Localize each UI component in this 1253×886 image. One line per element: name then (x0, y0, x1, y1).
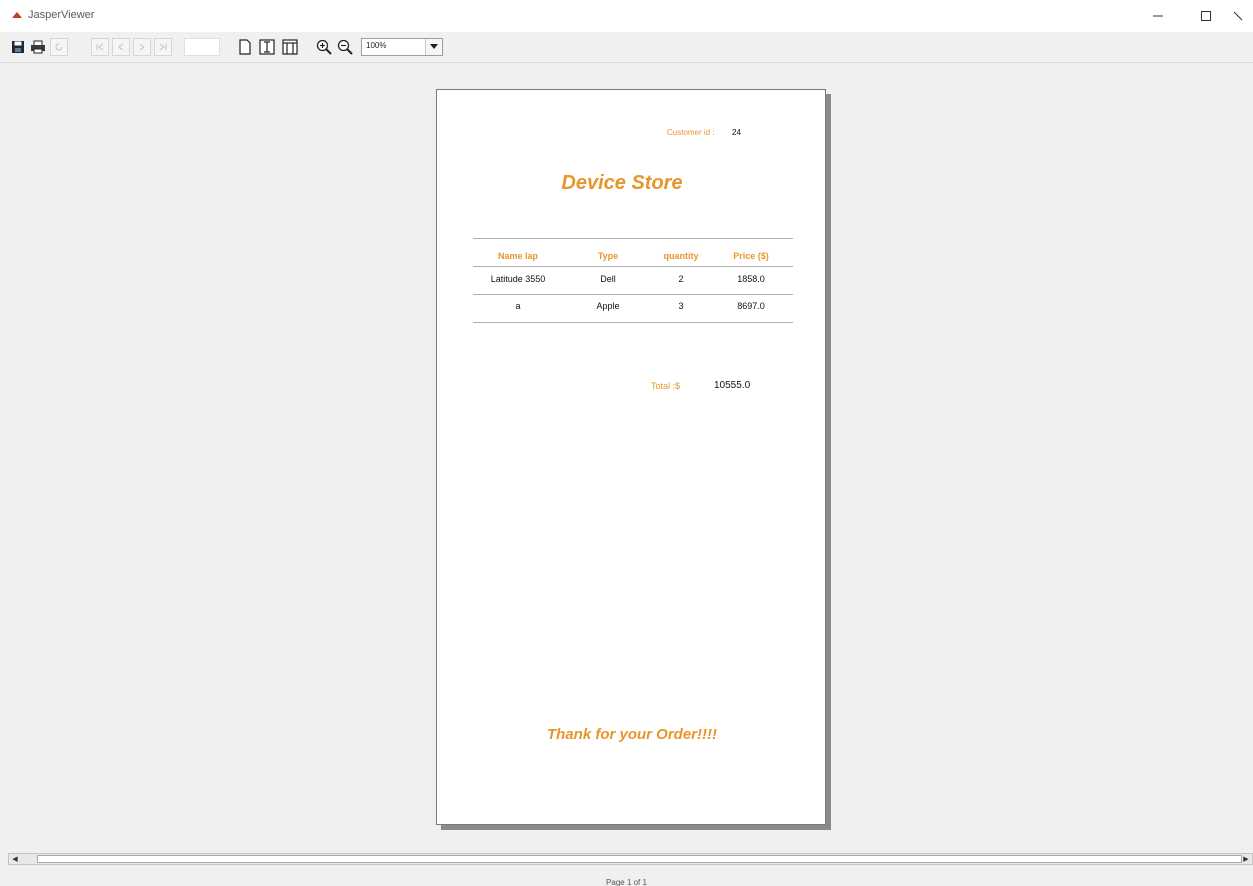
fit-width-icon (282, 39, 298, 55)
reload-icon (55, 43, 63, 51)
row-rule (473, 294, 793, 295)
column-header-type: Type (597, 251, 619, 261)
customer-id-label: Customer id : (667, 128, 715, 137)
store-title-text: Device Store (561, 172, 683, 194)
toolbar: 100% (0, 32, 1253, 63)
print-button[interactable] (29, 38, 47, 56)
next-page-button[interactable] (133, 38, 151, 56)
zoom-in-icon (316, 39, 332, 55)
actual-size-icon (239, 39, 251, 55)
total-value: 10555.0 (714, 380, 751, 391)
scrollbar-thumb[interactable] (37, 855, 1242, 863)
last-page-icon (159, 43, 167, 51)
save-button[interactable] (9, 38, 27, 56)
column-header-price: Price ($) (733, 251, 769, 261)
previous-page-icon (118, 43, 124, 51)
java-cup-icon (12, 12, 22, 18)
previous-page-button[interactable] (112, 38, 130, 56)
next-page-icon (139, 43, 145, 51)
cell-type: Apple (596, 301, 620, 311)
cell-quantity: 3 (678, 301, 684, 311)
cell-quantity: 2 (678, 274, 684, 284)
column-header-quantity: quantity (663, 251, 699, 261)
cell-type: Dell (600, 274, 616, 284)
window-title: JasperViewer (28, 9, 95, 21)
actual-size-button[interactable] (236, 38, 254, 56)
zoom-out-icon (337, 39, 353, 55)
close-icon (1234, 11, 1242, 21)
zoom-value: 100% (366, 41, 387, 50)
zoom-select[interactable]: 100% (361, 38, 443, 56)
fit-page-icon (259, 39, 275, 55)
cell-name: Latitude 3550 (490, 274, 546, 284)
zoom-out-button[interactable] (336, 38, 354, 56)
minimize-icon (1153, 15, 1163, 17)
table-top-rule (473, 238, 793, 239)
column-header-name: Name lap (497, 251, 539, 261)
last-page-button[interactable] (154, 38, 172, 56)
maximize-icon (1201, 11, 1211, 21)
chevron-down-icon (430, 44, 438, 49)
page-info: Page 1 of 1 (606, 878, 647, 886)
cell-price: 1858.0 (737, 274, 765, 284)
zoom-in-button[interactable] (315, 38, 333, 56)
first-page-button[interactable] (91, 38, 109, 56)
fit-width-button[interactable] (281, 38, 299, 56)
thank-you-message: Thank for your Order!!!! (546, 726, 717, 743)
header-rule (473, 266, 793, 267)
total-label: Total :$ (651, 381, 681, 391)
reload-button[interactable] (50, 38, 68, 56)
scroll-left-arrow-icon[interactable]: ◀ (9, 854, 21, 864)
title-bar: JasperViewer (0, 0, 1253, 32)
first-page-icon (96, 43, 104, 51)
status-bar: Page 1 of 1 (0, 868, 1253, 886)
scroll-right-arrow-icon[interactable]: ▶ (1240, 854, 1252, 864)
maximize-button[interactable] (1186, 4, 1226, 28)
minimize-button[interactable] (1138, 4, 1178, 28)
fit-page-button[interactable] (258, 38, 276, 56)
store-title: Device Store (437, 172, 827, 195)
customer-id-value: 24 (732, 128, 741, 137)
cell-name: a (515, 301, 521, 311)
horizontal-scrollbar[interactable]: ◀ ▶ (8, 853, 1253, 865)
report-page: Customer id : 24 Device Store Name lap T… (436, 89, 826, 825)
cell-price: 8697.0 (737, 301, 765, 311)
close-button[interactable] (1234, 4, 1253, 28)
table-bottom-rule (473, 322, 793, 323)
page-number-input[interactable] (184, 38, 220, 56)
zoom-dropdown-button[interactable] (425, 39, 442, 55)
save-icon (12, 41, 24, 53)
print-icon (31, 40, 45, 54)
jasper-viewer-window: JasperViewer 100% Customer id: 24 Devic… (0, 0, 1253, 886)
